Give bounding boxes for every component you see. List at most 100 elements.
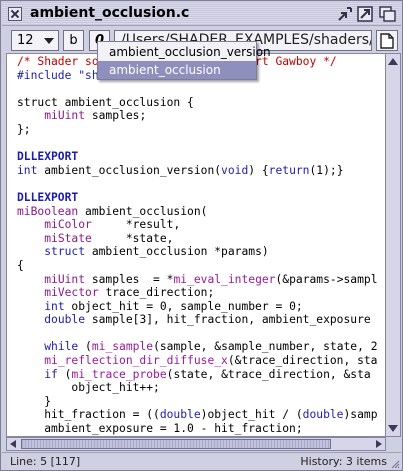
code-line[interactable]: while (mi_sample(sample, &sample_number,… bbox=[17, 340, 378, 354]
code-token: int bbox=[17, 163, 38, 177]
document-icon[interactable] bbox=[376, 30, 398, 51]
menu-item-ambient-occlusion-version[interactable]: ambient_occlusion_version bbox=[98, 43, 271, 61]
code-token: miBoolean bbox=[17, 204, 79, 218]
code-token: miUint bbox=[44, 109, 86, 123]
code-line[interactable]: DLLEXPORT bbox=[17, 191, 378, 205]
history-count: History: 3 items bbox=[300, 455, 387, 468]
code-token: double bbox=[302, 408, 344, 422]
editor-window: ambient_occlusion.c 12 b /Users/SHADER_E… bbox=[0, 0, 403, 471]
code-line[interactable]: ambient_exposure = 1.0 - hit_fraction; bbox=[17, 422, 378, 436]
vertical-scrollbar[interactable] bbox=[386, 53, 401, 437]
bold-button[interactable]: b bbox=[63, 30, 84, 51]
resize-grip-icon[interactable] bbox=[390, 459, 400, 469]
title-bar[interactable]: ambient_occlusion.c bbox=[2, 2, 401, 26]
code-token: miUint bbox=[44, 272, 86, 286]
status-bar: Line: 5 [117] History: 3 items bbox=[2, 452, 401, 470]
code-token: miColor bbox=[44, 218, 92, 232]
code-line[interactable]: if (mi_trace_probe(state, &trace_directi… bbox=[17, 368, 378, 382]
code-token: ambient_occlusion *params) bbox=[85, 245, 269, 259]
code-token: trace_direction; bbox=[98, 286, 215, 300]
code-line[interactable]: }; bbox=[17, 123, 378, 137]
window-stack-icon[interactable] bbox=[379, 6, 396, 22]
horizontal-scrollbar[interactable] bbox=[6, 437, 386, 451]
code-line[interactable]: { bbox=[17, 259, 378, 273]
close-icon[interactable] bbox=[8, 7, 22, 21]
code-token: DLLEXPORT bbox=[17, 190, 79, 204]
code-line[interactable]: hit_fraction = ((double)object_hit / (do… bbox=[17, 408, 378, 422]
function-dropdown-menu: ambient_occlusion_version ambient_occlus… bbox=[97, 41, 271, 80]
code-line[interactable]: int ambient_occlusion_version(void) {ret… bbox=[17, 164, 378, 178]
code-token: while bbox=[44, 340, 79, 354]
code-token: } bbox=[17, 394, 52, 408]
code-token: sample[3], hit_fraction, ambient_exposur… bbox=[85, 313, 371, 327]
code-token: ( bbox=[78, 340, 92, 354]
code-token: )object_hit / ( bbox=[200, 408, 303, 422]
code-token: object_hit = 0, sample_number = 0; bbox=[64, 299, 303, 313]
code-token: mi_reflection_dir_diffuse_x bbox=[44, 354, 228, 368]
code-line[interactable]: object_hit++; bbox=[17, 381, 378, 395]
code-line[interactable]: struct ambient_occlusion { bbox=[17, 96, 378, 110]
font-size-value: 12 bbox=[17, 33, 34, 48]
code-token: samples; bbox=[85, 109, 147, 123]
code-line[interactable]: miVector trace_direction; bbox=[17, 286, 378, 300]
code-line[interactable]: miState *state, bbox=[17, 232, 378, 246]
code-line[interactable]: double sample[3], hit_fraction, ambient_… bbox=[17, 313, 378, 327]
scroll-right-arrow-icon[interactable] bbox=[376, 440, 382, 448]
code-token: miState bbox=[44, 231, 92, 245]
code-token: *state, bbox=[91, 231, 174, 245]
code-token: double bbox=[44, 313, 86, 327]
zoom-icon[interactable] bbox=[357, 6, 373, 22]
code-token: (1);} bbox=[309, 163, 344, 177]
code-token: struct bbox=[44, 245, 86, 259]
code-token: mi_trace_probe bbox=[71, 367, 167, 381]
code-line[interactable]: struct ambient_occlusion *params) bbox=[17, 245, 378, 259]
code-token: DLLEXPORT bbox=[17, 150, 79, 164]
code-token: { bbox=[17, 258, 24, 272]
code-line[interactable]: miUint samples = *mi_eval_integer(&param… bbox=[17, 272, 377, 287]
code-token: samples = * bbox=[85, 272, 174, 286]
code-line[interactable] bbox=[17, 137, 378, 151]
scroll-up-arrow-icon[interactable] bbox=[388, 58, 398, 65]
code-token: return bbox=[268, 163, 310, 177]
scroll-left-arrow-icon[interactable] bbox=[10, 440, 16, 448]
chevron-down-icon bbox=[44, 38, 54, 44]
code-token: void bbox=[221, 163, 249, 177]
code-line[interactable] bbox=[17, 82, 378, 96]
code-line[interactable]: miUint samples; bbox=[17, 109, 378, 123]
code-token: ambient_exposure = 1.0 - hit_fraction; bbox=[17, 422, 303, 436]
code-line[interactable] bbox=[17, 327, 378, 341]
code-token: (sample, &sample_number, state, 2 bbox=[153, 340, 378, 354]
code-token: }; bbox=[17, 122, 31, 136]
code-text[interactable]: /* Shader sou Bart Gawboy */#include "sh… bbox=[17, 55, 378, 436]
menu-item-ambient-occlusion[interactable]: ambient_occlusion bbox=[98, 61, 256, 79]
code-token: ambient_occlusion_version( bbox=[37, 163, 222, 177]
code-token: ambient_occlusion( bbox=[78, 204, 208, 218]
cursor-position: Line: 5 [117] bbox=[10, 455, 81, 468]
horizontal-scroll-thumb[interactable] bbox=[21, 439, 331, 449]
window-title: ambient_occlusion.c bbox=[30, 5, 190, 21]
code-token: *result, bbox=[91, 218, 181, 232]
code-line[interactable] bbox=[17, 177, 378, 191]
code-token: (&trace_direction, sta bbox=[227, 354, 378, 368]
code-line[interactable]: int object_hit = 0, sample_number = 0; bbox=[17, 300, 378, 314]
font-size-select[interactable]: 12 bbox=[11, 30, 59, 51]
code-line[interactable]: miBoolean ambient_occlusion( bbox=[17, 205, 378, 219]
code-token: double bbox=[159, 408, 201, 422]
code-editor[interactable]: /* Shader sou Bart Gawboy */#include "sh… bbox=[6, 53, 386, 437]
code-token: mi_sample bbox=[91, 340, 154, 354]
code-line[interactable]: mi_reflection_dir_diffuse_x(&trace_direc… bbox=[17, 354, 378, 368]
collapse-icon[interactable] bbox=[337, 6, 353, 22]
code-token: mi_eval_integer bbox=[173, 272, 276, 286]
code-line[interactable]: miColor *result, bbox=[17, 218, 378, 232]
scroll-down-arrow-icon[interactable] bbox=[388, 425, 398, 432]
code-token: )samp bbox=[343, 408, 378, 422]
code-line[interactable]: DLLEXPORT bbox=[17, 150, 378, 164]
code-line[interactable]: } bbox=[17, 395, 378, 409]
